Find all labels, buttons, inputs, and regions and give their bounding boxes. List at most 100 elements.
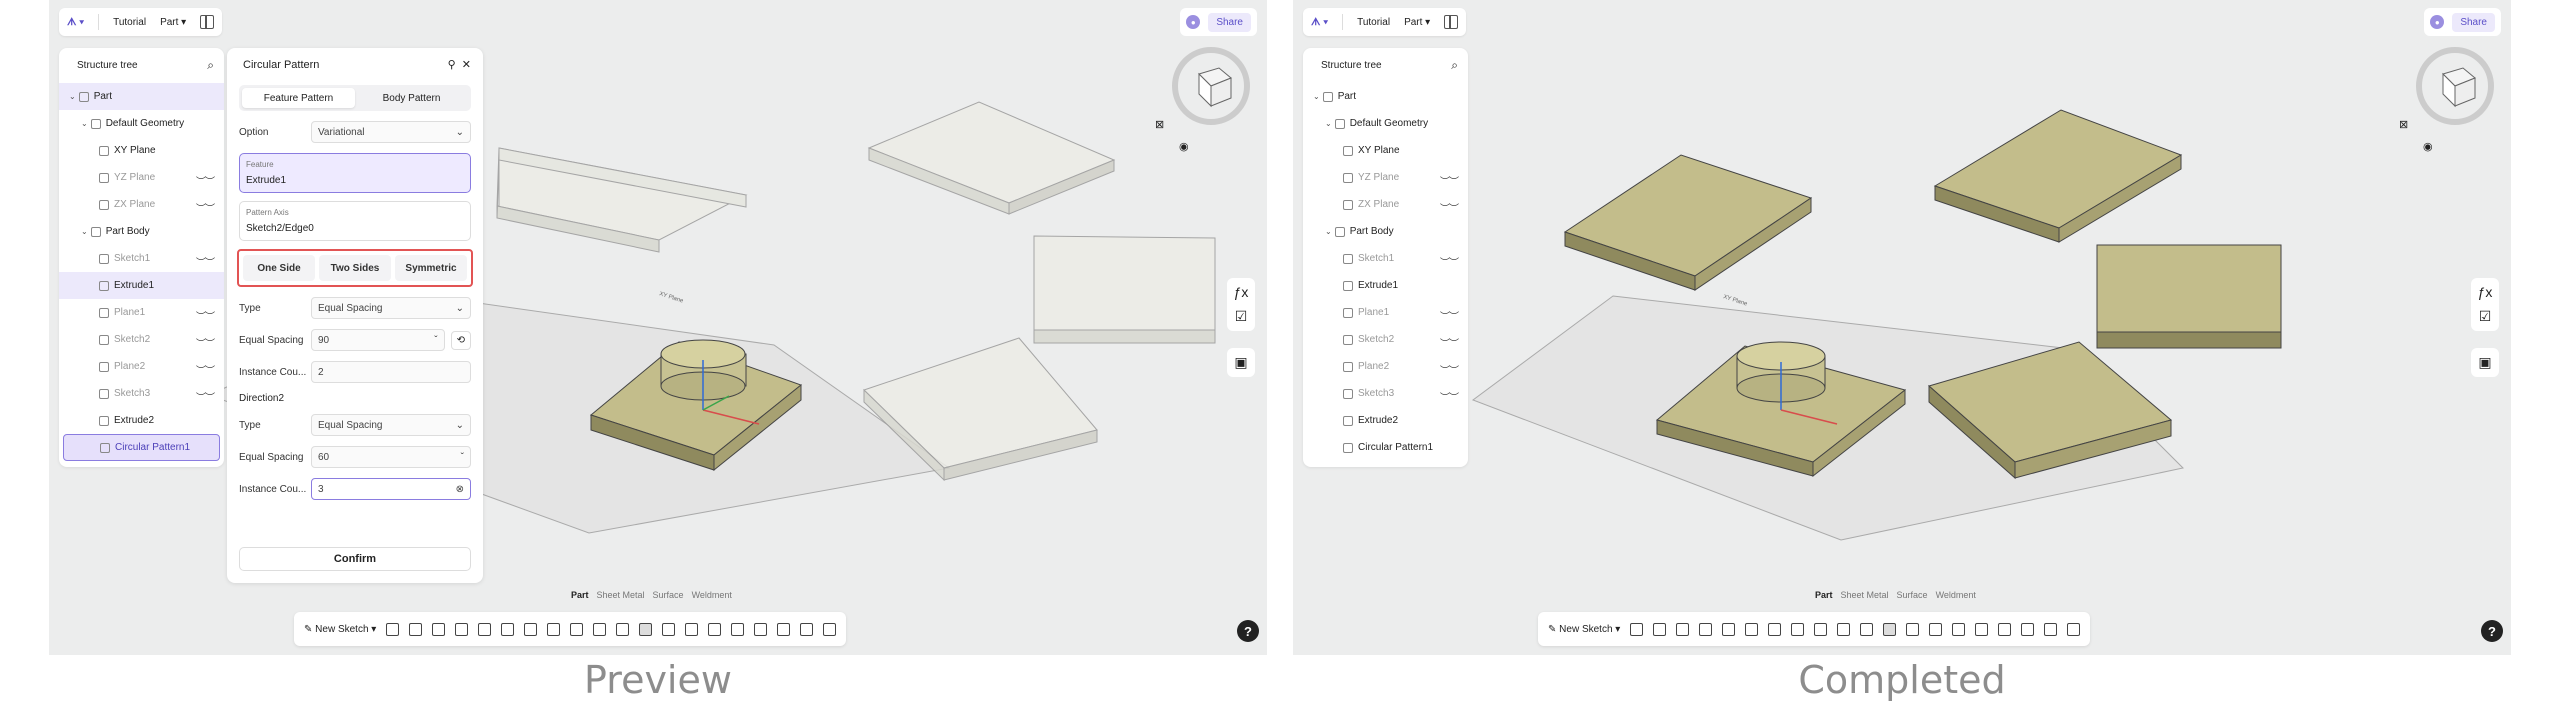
- extrude-tool-icon[interactable]: [1630, 622, 1644, 636]
- move-tool-icon[interactable]: [1998, 622, 2012, 636]
- hole-tool-icon[interactable]: [1745, 622, 1759, 636]
- move-tool-icon[interactable]: [754, 622, 768, 636]
- mode-sheet-metal[interactable]: Sheet Metal: [1841, 590, 1889, 600]
- hidden-eye-icon[interactable]: ︶︶: [196, 308, 215, 323]
- tree-item-zx-plane[interactable]: ZX Plane ︶︶: [59, 191, 224, 218]
- tree-item-zx-plane[interactable]: ZX Plane ︶︶: [1303, 191, 1468, 218]
- tree-item-sketch2[interactable]: Sketch2 ︶︶: [59, 326, 224, 353]
- tree-item-xy-plane[interactable]: XY Plane: [59, 137, 224, 164]
- tree-item-sketch2[interactable]: Sketch2 ︶︶: [1303, 326, 1468, 353]
- tree-item-default-geometry[interactable]: ⌄ Default Geometry: [1303, 110, 1468, 137]
- linear-pattern-tool-icon[interactable]: [662, 622, 676, 636]
- tree-item-plane2[interactable]: Plane2 ︶︶: [59, 353, 224, 380]
- part-menu[interactable]: Part ▾: [160, 17, 186, 28]
- mode-sheet-metal[interactable]: Sheet Metal: [597, 590, 645, 600]
- thicken-tool-icon[interactable]: [1860, 622, 1874, 636]
- viewport-scene[interactable]: XY Plane: [1293, 0, 2511, 655]
- sweep-tool-icon[interactable]: [1676, 622, 1690, 636]
- hidden-eye-icon[interactable]: ︶︶: [1440, 254, 1459, 269]
- hidden-eye-icon[interactable]: ︶︶: [1440, 308, 1459, 323]
- fit-view-icon[interactable]: ⊠: [1155, 118, 1164, 131]
- checklist-icon[interactable]: ☑: [1235, 308, 1248, 325]
- split-tool-icon[interactable]: [1975, 622, 1989, 636]
- tree-item-circular-pattern1[interactable]: Circular Pattern1: [1303, 434, 1468, 461]
- help-icon[interactable]: ?: [2481, 620, 2503, 642]
- tree-item-plane1[interactable]: Plane1 ︶︶: [59, 299, 224, 326]
- rib-tool-icon[interactable]: [478, 622, 492, 636]
- chevron-down-icon[interactable]: ⌄: [81, 119, 88, 128]
- tutorial-link[interactable]: Tutorial: [113, 17, 146, 28]
- count-input[interactable]: 2: [311, 361, 471, 383]
- tree-item-part-body[interactable]: ⌄ Part Body: [1303, 218, 1468, 245]
- hidden-eye-icon[interactable]: ︶︶: [1440, 362, 1459, 377]
- tree-item-plane1[interactable]: Plane1 ︶︶: [1303, 299, 1468, 326]
- hidden-eye-icon[interactable]: ︶︶: [196, 173, 215, 188]
- pattern-axis-field[interactable]: Pattern Axis Sketch2/Edge0: [239, 201, 471, 241]
- hidden-eye-icon[interactable]: ︶︶: [1440, 200, 1459, 215]
- new-sketch-button[interactable]: ✎ New Sketch ▾: [304, 624, 376, 635]
- feature-field[interactable]: Feature Extrude1: [239, 153, 471, 193]
- mode-weldment[interactable]: Weldment: [1936, 590, 1976, 600]
- tree-item-extrude1[interactable]: Extrude1: [59, 272, 224, 299]
- circular-pattern-tool-icon[interactable]: [639, 622, 653, 636]
- avatar[interactable]: ●: [2430, 15, 2445, 29]
- count2-input[interactable]: 3 ⊗: [311, 478, 471, 500]
- chevron-down-icon[interactable]: ⌄: [1325, 119, 1332, 128]
- chevron-down-icon[interactable]: ⌄: [1325, 227, 1332, 236]
- confirm-button[interactable]: Confirm: [239, 547, 471, 571]
- mirror-tool-icon[interactable]: [685, 622, 699, 636]
- scale-tool-icon[interactable]: [777, 622, 791, 636]
- tree-item-part[interactable]: ⌄ Part: [1303, 83, 1468, 110]
- split-tool-icon[interactable]: [731, 622, 745, 636]
- section-tool-icon[interactable]: [823, 622, 837, 636]
- type-select[interactable]: Equal Spacing ⌄: [311, 297, 471, 319]
- hidden-eye-icon[interactable]: ︶︶: [196, 362, 215, 377]
- chevron-down-icon[interactable]: ⌄: [1313, 92, 1320, 101]
- two-sides-button[interactable]: Two Sides: [319, 255, 391, 281]
- revolve-tool-icon[interactable]: [1653, 622, 1667, 636]
- tree-item-yz-plane[interactable]: YZ Plane ︶︶: [1303, 164, 1468, 191]
- tab-body-pattern[interactable]: Body Pattern: [355, 88, 468, 108]
- loft-tool-icon[interactable]: [455, 622, 469, 636]
- shell-tool-icon[interactable]: [1837, 622, 1851, 636]
- tree-item-extrude1[interactable]: Extrude1: [1303, 272, 1468, 299]
- chamfer-tool-icon[interactable]: [1791, 622, 1805, 636]
- calculator-icon[interactable]: ▣: [2478, 354, 2491, 371]
- tree-item-part-body[interactable]: ⌄ Part Body: [59, 218, 224, 245]
- close-icon[interactable]: ✕: [462, 59, 471, 71]
- avatar[interactable]: ●: [1186, 15, 1201, 29]
- chamfer-tool-icon[interactable]: [547, 622, 561, 636]
- hidden-eye-icon[interactable]: ︶︶: [1440, 173, 1459, 188]
- linear-pattern-tool-icon[interactable]: [1906, 622, 1920, 636]
- mode-weldment[interactable]: Weldment: [692, 590, 732, 600]
- hidden-eye-icon[interactable]: ︶︶: [1440, 389, 1459, 404]
- spacing-input[interactable]: 90 ˇ: [311, 329, 445, 351]
- rib-tool-icon[interactable]: [1722, 622, 1736, 636]
- mode-part[interactable]: Part: [571, 590, 589, 600]
- spacing2-input[interactable]: 60 ˇ: [311, 446, 471, 468]
- symmetric-button[interactable]: Symmetric: [395, 255, 467, 281]
- checklist-icon[interactable]: ☑: [2479, 308, 2492, 325]
- fillet-tool-icon[interactable]: [524, 622, 538, 636]
- tree-item-xy-plane[interactable]: XY Plane: [1303, 137, 1468, 164]
- panel-toggle-icon[interactable]: [200, 15, 215, 29]
- clear-icon[interactable]: ⊗: [456, 484, 464, 495]
- measure-tool-icon[interactable]: [800, 622, 814, 636]
- mirror-tool-icon[interactable]: [1929, 622, 1943, 636]
- measure-tool-icon[interactable]: [2044, 622, 2058, 636]
- section-tool-icon[interactable]: [2067, 622, 2081, 636]
- tree-item-sketch3[interactable]: Sketch3 ︶︶: [1303, 380, 1468, 407]
- tree-item-sketch1[interactable]: Sketch1 ︶︶: [59, 245, 224, 272]
- boolean-tool-icon[interactable]: [708, 622, 722, 636]
- fit-view-icon[interactable]: ⊠: [2399, 118, 2408, 131]
- tree-item-yz-plane[interactable]: YZ Plane ︶︶: [59, 164, 224, 191]
- extrude-tool-icon[interactable]: [386, 622, 400, 636]
- tree-item-extrude2[interactable]: Extrude2: [59, 407, 224, 434]
- app-logo-icon[interactable]: ᗑ ▾: [67, 17, 84, 28]
- share-button[interactable]: Share: [1208, 12, 1251, 32]
- fx-icon[interactable]: ƒx: [1234, 284, 1249, 300]
- calculator-icon[interactable]: ▣: [1234, 354, 1247, 371]
- render-mode-icon[interactable]: ◉: [2423, 140, 2433, 153]
- reverse-icon[interactable]: ⟲: [450, 330, 471, 350]
- tree-item-default-geometry[interactable]: ⌄ Default Geometry: [59, 110, 224, 137]
